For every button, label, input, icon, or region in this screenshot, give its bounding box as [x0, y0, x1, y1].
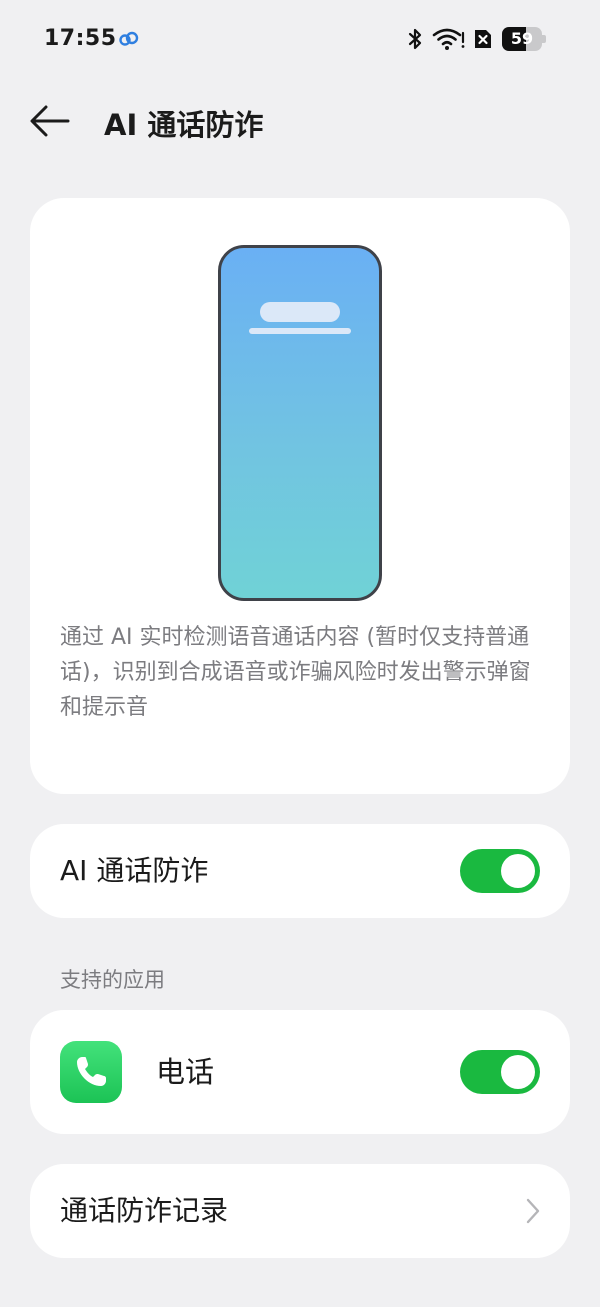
app-label-phone: 电话 [156, 1055, 215, 1089]
app-row-phone[interactable]: 电话 [30, 1010, 570, 1134]
phone-illustration-line [249, 328, 351, 334]
fraud-records-row[interactable]: 通话防诈记录 [30, 1164, 570, 1258]
sim-icon [475, 30, 491, 48]
battery-icon: 59 [502, 27, 546, 51]
screen: 17:55 59 AI 通话防诈 通过 AI 实时检测语音通话内容 (暂时仅支持… [0, 0, 600, 1307]
arrow-left-icon[interactable] [28, 102, 72, 140]
chevron-right-icon [526, 1198, 540, 1224]
bluetooth-icon [408, 28, 422, 50]
wifi-icon [432, 28, 465, 50]
toggle-knob [501, 854, 535, 888]
hero-card: 通过 AI 实时检测语音通话内容 (暂时仅支持普通话)，识别到合成语音或诈骗风险… [30, 198, 570, 794]
phone-illustration-pill [260, 302, 340, 322]
ai-fraud-protection-label: AI 通话防诈 [60, 854, 209, 887]
phone-illustration [218, 245, 382, 601]
phone-icon [60, 1041, 122, 1103]
ai-fraud-protection-row[interactable]: AI 通话防诈 [30, 824, 570, 918]
toggle-knob [501, 1055, 535, 1089]
status-time: 17:55 [44, 26, 117, 51]
battery-level: 59 [510, 29, 534, 48]
feature-description: 通过 AI 实时检测语音通话内容 (暂时仅支持普通话)，识别到合成语音或诈骗风险… [60, 625, 531, 720]
status-bar: 17:55 59 [0, 0, 600, 80]
page-title: AI 通话防诈 [104, 108, 264, 142]
fraud-records-label: 通话防诈记录 [60, 1194, 229, 1227]
supported-apps-header: 支持的应用 [60, 968, 165, 992]
cloud-icon [119, 31, 139, 46]
phone-app-toggle[interactable] [460, 1050, 540, 1094]
ai-fraud-protection-toggle[interactable] [460, 849, 540, 893]
